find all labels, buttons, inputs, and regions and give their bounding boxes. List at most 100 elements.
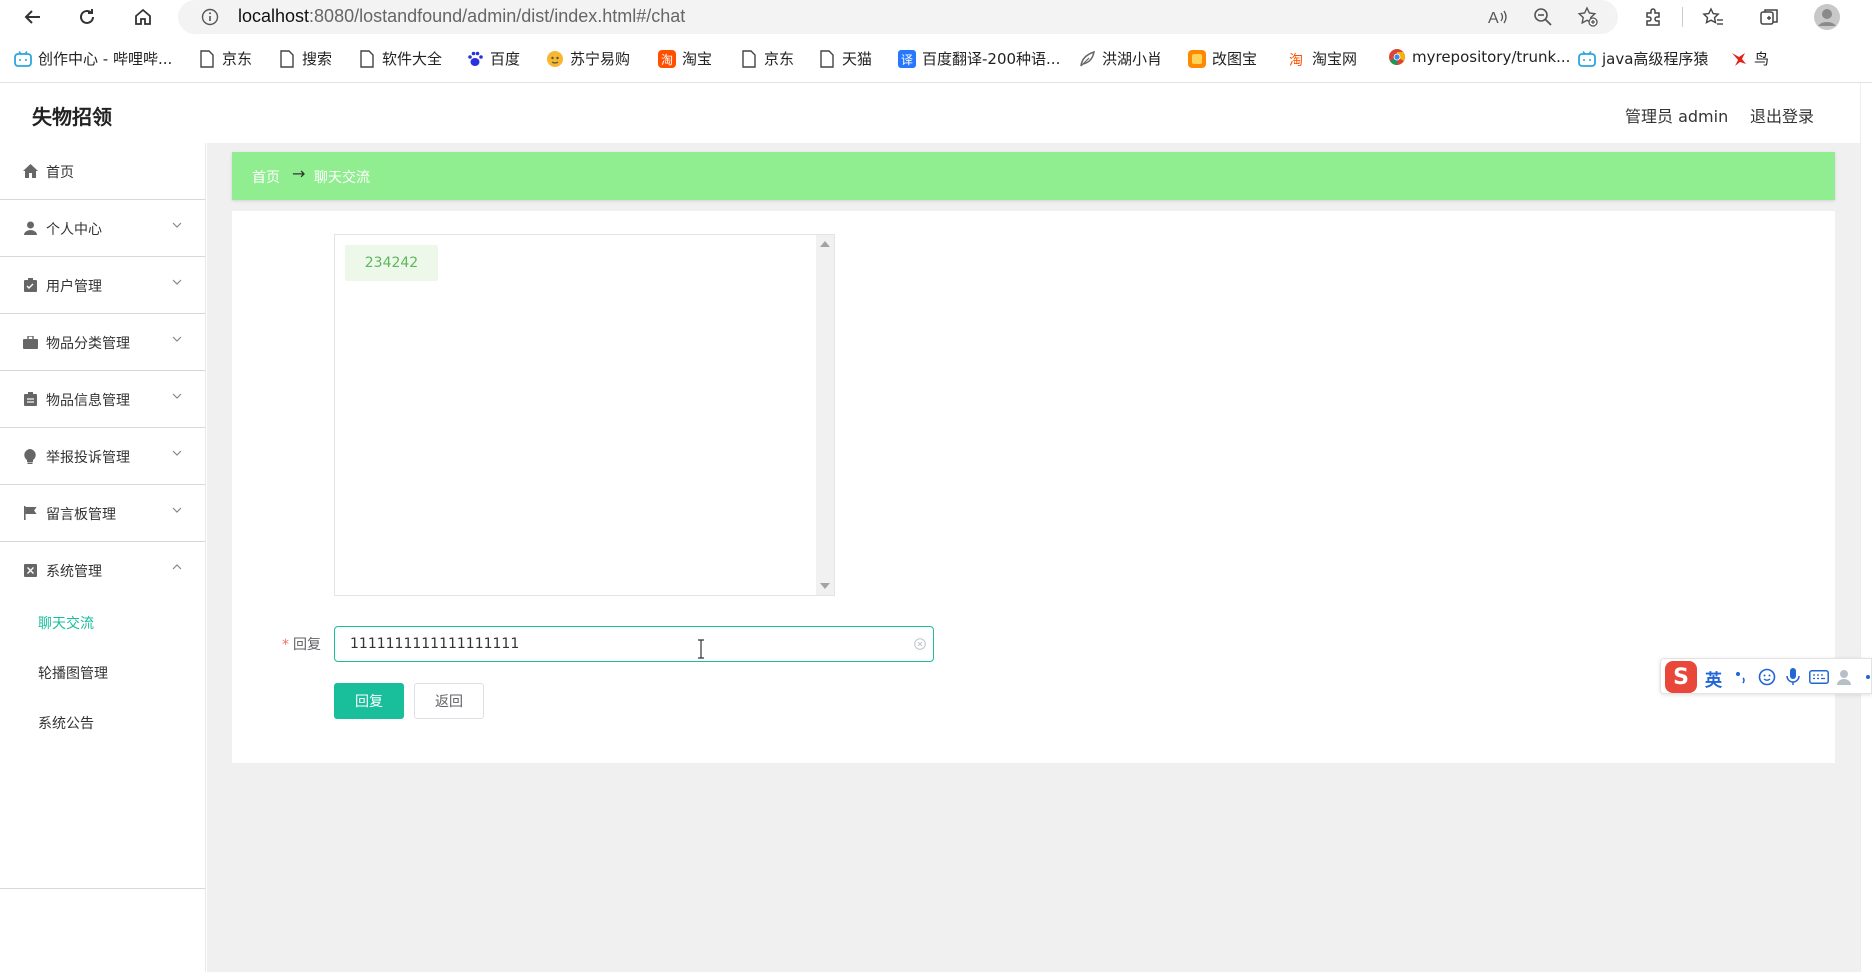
svg-text:淘: 淘 xyxy=(661,53,673,67)
main-content: 首页 → 聊天交流 234242 *回复 回复 返回 xyxy=(207,143,1860,972)
breadcrumb-home[interactable]: 首页 xyxy=(252,167,280,187)
chevron-down-icon xyxy=(170,332,184,346)
skin-icon[interactable] xyxy=(1835,667,1855,687)
back-icon[interactable] xyxy=(20,4,46,30)
refresh-icon[interactable] xyxy=(74,4,100,30)
profile-avatar-icon[interactable] xyxy=(1812,2,1842,32)
ime-toolbar[interactable]: S 英 xyxy=(1660,658,1872,694)
logout-link[interactable]: 退出登录 xyxy=(1750,103,1814,127)
clipboard-icon xyxy=(22,277,38,293)
page-icon xyxy=(818,49,836,68)
sidebar-item-label: 首页 xyxy=(46,165,74,181)
keyboard-icon[interactable] xyxy=(1809,667,1829,687)
bookmark-label: 百度翻译-200种语... xyxy=(922,50,1061,68)
add-favorite-icon[interactable] xyxy=(1575,4,1601,30)
site-info-icon[interactable] xyxy=(200,7,220,27)
sidebar-item-label: 举报投诉管理 xyxy=(46,450,130,466)
lightbulb-icon xyxy=(22,448,38,464)
bookmark-item[interactable]: 洪湖小肖 xyxy=(1078,48,1162,69)
chat-card: 234242 *回复 回复 返回 xyxy=(232,211,1835,763)
admin-user-label: 管理员 admin xyxy=(1625,107,1729,126)
sidebar-item-category[interactable]: 物品分类管理 xyxy=(0,314,205,371)
bookmark-item[interactable]: java高级程序猿 xyxy=(1578,48,1708,69)
sidebar-item-label: 物品信息管理 xyxy=(46,393,130,409)
bookmark-item[interactable]: 苏宁易购 xyxy=(546,48,630,69)
bookmark-label: 天猫 xyxy=(842,50,873,68)
bilibili-icon xyxy=(1578,50,1596,68)
sidebar-item-profile[interactable]: 个人中心 xyxy=(0,200,205,257)
sidebar-item-home[interactable]: 首页 xyxy=(0,143,205,200)
zoom-out-icon[interactable] xyxy=(1530,4,1556,30)
clear-input-icon[interactable] xyxy=(913,637,927,651)
bookmark-item[interactable]: 淘 淘宝网 xyxy=(1288,48,1357,69)
baidu-paw-icon xyxy=(466,50,484,68)
bookmarks-bar: 创作中心 - 哔哩哔... 京东 搜索 软件大全 百度 苏宁易购 淘 淘宝 京东… xyxy=(0,42,1872,74)
bookmark-item[interactable]: 改图宝 xyxy=(1188,48,1257,69)
bookmark-item[interactable]: 百度 xyxy=(466,48,520,69)
url-text[interactable]: localhost:8080/lostandfound/admin/dist/i… xyxy=(238,6,685,27)
reply-submit-button[interactable]: 回复 xyxy=(334,683,404,719)
bookmark-item[interactable]: 京东 xyxy=(198,48,252,69)
chat-message-list[interactable]: 234242 xyxy=(334,234,835,596)
punctuation-icon[interactable] xyxy=(1731,667,1751,687)
bookmark-label: 京东 xyxy=(222,50,253,68)
sidebar-item-reports[interactable]: 举报投诉管理 xyxy=(0,428,205,485)
bookmark-item[interactable]: 淘 淘宝 xyxy=(658,48,712,69)
sidebar-divider xyxy=(0,888,205,889)
bookmark-label: 淘宝网 xyxy=(1312,50,1358,68)
sidebar-item-users[interactable]: 用户管理 xyxy=(0,257,205,314)
browser-toolbar: localhost:8080/lostandfound/admin/dist/i… xyxy=(0,0,1872,34)
scroll-up-arrow-icon[interactable] xyxy=(820,241,830,247)
page-scrollbar[interactable] xyxy=(1860,83,1872,972)
page-icon xyxy=(358,49,376,68)
page-icon xyxy=(198,49,216,68)
sidebar-subitem-notice[interactable]: 系统公告 xyxy=(38,713,94,733)
sidebar: 首页 个人中心 用户管理 物品分类管理 物品信息管理 举报投诉管理 留言板管理 … xyxy=(0,143,206,972)
reply-input[interactable] xyxy=(334,626,934,662)
collections-icon[interactable] xyxy=(1756,4,1782,30)
scroll-down-arrow-icon[interactable] xyxy=(820,583,830,589)
close-box-icon xyxy=(22,562,38,578)
bookmark-item[interactable]: 京东 xyxy=(740,48,794,69)
bookmark-item[interactable]: 译 百度翻译-200种语... xyxy=(898,48,1060,69)
bookmark-label: 鸟 xyxy=(1754,50,1770,68)
favorites-icon[interactable] xyxy=(1700,4,1726,30)
bookmark-label: 洪湖小肖 xyxy=(1102,50,1163,68)
chevron-down-icon xyxy=(170,446,184,460)
bookmark-label: 苏宁易购 xyxy=(570,50,631,68)
text-cursor-icon xyxy=(696,639,706,659)
home-browser-icon[interactable] xyxy=(130,4,156,30)
sidebar-item-messages[interactable]: 留言板管理 xyxy=(0,485,205,542)
sidebar-item-items[interactable]: 物品信息管理 xyxy=(0,371,205,428)
sidebar-item-system[interactable]: 系统管理 xyxy=(0,542,205,599)
clipboard-list-icon xyxy=(22,391,38,407)
bookmark-item[interactable]: 鸟 xyxy=(1730,48,1769,69)
suning-icon xyxy=(546,50,564,68)
chevron-up-icon xyxy=(170,560,184,574)
sidebar-subitem-carousel[interactable]: 轮播图管理 xyxy=(38,663,108,683)
bookmark-label: java高级程序猿 xyxy=(1602,50,1709,68)
bookmark-item[interactable]: 天猫 xyxy=(818,48,872,69)
emoji-icon[interactable] xyxy=(1757,667,1777,687)
bookmark-item[interactable]: myrepository/trunk... xyxy=(1388,48,1570,66)
ime-language-toggle[interactable]: 英 xyxy=(1705,666,1722,691)
page-icon xyxy=(278,49,296,68)
microphone-icon[interactable] xyxy=(1783,667,1803,687)
extensions-icon[interactable] xyxy=(1640,4,1666,30)
breadcrumb: 首页 → 聊天交流 xyxy=(232,152,1835,200)
back-button[interactable]: 返回 xyxy=(414,683,484,719)
sidebar-subitem-chat[interactable]: 聊天交流 xyxy=(38,613,94,633)
sidebar-item-label: 用户管理 xyxy=(46,279,102,295)
read-aloud-icon[interactable]: A xyxy=(1485,4,1511,30)
flag-icon xyxy=(22,505,38,521)
home-icon xyxy=(22,163,38,179)
chevron-down-icon xyxy=(170,503,184,517)
more-icon[interactable] xyxy=(1859,667,1872,687)
translate-icon: 译 xyxy=(898,49,916,68)
sogou-logo-icon[interactable]: S xyxy=(1665,661,1697,693)
bookmark-item[interactable]: 软件大全 xyxy=(358,48,442,69)
bookmark-item[interactable]: 创作中心 - 哔哩哔... xyxy=(14,48,172,69)
bookmark-label: 搜索 xyxy=(302,50,333,68)
chat-scrollbar[interactable] xyxy=(816,235,834,595)
bookmark-item[interactable]: 搜索 xyxy=(278,48,332,69)
